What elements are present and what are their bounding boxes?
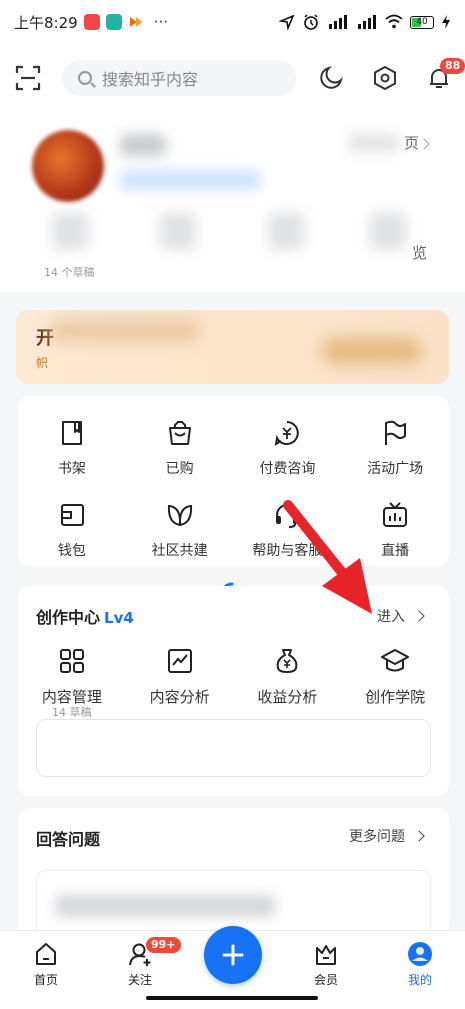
- question-text-blurred: [55, 895, 275, 917]
- stat-blurred: [52, 212, 88, 250]
- dark-mode-icon[interactable]: [318, 64, 344, 92]
- status-time: 上午8:29: [14, 13, 78, 32]
- paid-consult-icon: [270, 416, 304, 450]
- profile-link-blurred: [348, 134, 400, 152]
- headset-icon: [270, 498, 304, 532]
- nav-follow[interactable]: 关注 99+: [110, 937, 181, 988]
- profile-right-char: 页: [404, 134, 420, 152]
- battery-icon: 40: [410, 15, 434, 29]
- service-paid-consult[interactable]: 付费咨询: [234, 416, 342, 478]
- status-bar: 上午8:29 ··· 40: [0, 0, 465, 44]
- bag-icon: [163, 416, 197, 450]
- location-icon: [279, 14, 295, 30]
- graduation-cap-icon: [378, 644, 412, 678]
- stat-blurred: [160, 212, 196, 250]
- profile-card[interactable]: 页 览 14 个草稿: [0, 112, 465, 292]
- avatar[interactable]: [32, 130, 104, 202]
- profile-chevron-icon: [418, 138, 430, 150]
- creator-center-card: 创作中心 Lv4 进入 内容管理 内容分析 收益分析 创作学院 14 草稿: [18, 586, 449, 796]
- profile-right-char: 览: [412, 244, 428, 262]
- home-icon: [36, 943, 56, 965]
- creator-empty-box[interactable]: [36, 719, 431, 777]
- answer-questions-title: 回答问题: [36, 830, 101, 849]
- nav-home[interactable]: 首页: [16, 941, 76, 988]
- scan-icon[interactable]: [14, 64, 42, 92]
- service-help[interactable]: 帮助与客服: [234, 498, 342, 560]
- more-questions-link[interactable]: 更多问题: [349, 826, 425, 846]
- home-indicator: [146, 996, 318, 1000]
- nav-mine[interactable]: 我的: [390, 941, 450, 988]
- top-bar: 搜索知乎内容 88: [0, 44, 465, 112]
- creator-drafts-count: 14 草稿: [52, 706, 92, 719]
- tv-icon: [378, 498, 412, 532]
- notification-bell-icon[interactable]: 88: [426, 58, 465, 92]
- service-community[interactable]: 社区共建: [126, 498, 234, 560]
- wifi-icon: [385, 14, 403, 29]
- creator-earnings-analysis[interactable]: 收益分析: [234, 644, 342, 707]
- service-live[interactable]: 直播: [341, 498, 449, 560]
- search-placeholder: 搜索知乎内容: [102, 70, 199, 89]
- service-activity-square[interactable]: 活动广场: [341, 416, 449, 478]
- mine-avatar-icon: [408, 942, 432, 966]
- creator-center-title: 创作中心: [36, 608, 101, 627]
- create-post-button[interactable]: [204, 926, 262, 984]
- answer-questions-card: 回答问题 更多问题: [18, 808, 449, 940]
- service-bookshelf[interactable]: 书架: [18, 416, 126, 478]
- stat-blurred: [370, 212, 406, 250]
- username-blurred: [120, 134, 166, 156]
- charging-icon: [442, 15, 450, 29]
- drafts-count: 14 个草稿: [44, 266, 95, 279]
- stat-blurred: [268, 212, 304, 250]
- signal-icon: [329, 15, 347, 29]
- notification-badge: 88: [440, 58, 465, 74]
- grid-icon: [55, 644, 89, 678]
- chart-icon: [163, 644, 197, 678]
- bookshelf-icon: [55, 416, 89, 450]
- follow-badge: 99+: [146, 937, 181, 953]
- flag-icon: [378, 416, 412, 450]
- services-card: 书架 已购 付费咨询 活动广场 钱包 社区共建 帮助与客服 直播: [18, 396, 449, 566]
- creator-level-badge: Lv4: [104, 609, 134, 627]
- creator-content-analysis[interactable]: 内容分析: [126, 644, 234, 707]
- chevron-right-icon: [413, 830, 425, 842]
- status-more: ···: [153, 13, 168, 31]
- creator-content-management[interactable]: 内容管理: [18, 644, 126, 707]
- app-notification-icon: [105, 14, 122, 30]
- service-purchased[interactable]: 已购: [126, 416, 234, 478]
- search-input[interactable]: 搜索知乎内容: [62, 60, 296, 96]
- settings-icon[interactable]: [372, 64, 398, 92]
- leaves-icon: [163, 498, 197, 532]
- creator-enter-link[interactable]: 进入: [377, 606, 425, 626]
- signal-icon: [358, 15, 376, 29]
- member-icon: [316, 945, 336, 965]
- moneybag-icon: [270, 644, 304, 678]
- nav-member[interactable]: 会员: [296, 941, 356, 988]
- search-icon: [78, 71, 92, 85]
- vip-banner[interactable]: 开 帜: [16, 310, 449, 384]
- badge-blurred: [120, 170, 260, 190]
- vip-button-blurred: [322, 338, 422, 364]
- app-notification-icon: [83, 14, 100, 30]
- vip-text-blurred: [50, 320, 200, 342]
- vip-sub-char: 帜: [36, 356, 49, 370]
- plus-icon: [222, 944, 244, 966]
- alarm-icon: [304, 14, 318, 30]
- service-wallet[interactable]: 钱包: [18, 498, 126, 560]
- chevron-right-icon: [413, 610, 425, 622]
- wallet-icon: [55, 498, 89, 532]
- creator-academy[interactable]: 创作学院: [341, 644, 449, 707]
- app-notification-icon: [127, 14, 144, 30]
